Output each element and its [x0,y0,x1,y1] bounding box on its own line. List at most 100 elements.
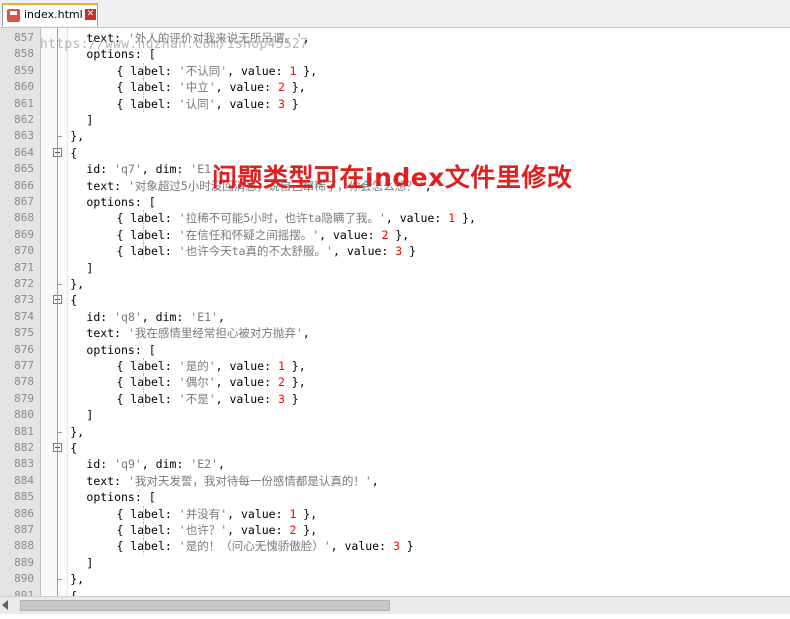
code-line: 886 { label: '并没有', value: 1 }, [0,505,790,522]
indent-guide [142,62,145,79]
code-text: { [70,145,77,161]
code-token: { label: [102,391,179,406]
code-line: 859 { label: '不认同', value: 1 }, [0,62,790,79]
code-token: }, [70,129,85,144]
code-text: { [70,588,77,596]
code-line: 887 { label: '也许？', value: 2 }, [0,522,790,538]
number-token: 3 [277,96,285,111]
code-text: { label: '也许？', value: 2 }, [103,522,318,538]
code-text: ] [86,407,93,423]
number-token: 1 [277,359,285,373]
code-line: 862] [0,112,790,128]
code-line: 882 { [0,440,790,456]
code-token: id: [86,457,115,472]
code-token: }, [296,506,318,521]
code-text: { label: '是的', value: 1 }, [103,358,306,374]
code-editor[interactable]: 857 text: '外人的评价对我来说无所吊谓。', 858 options: [8… [0,28,790,596]
string-token: '认同' [178,96,216,111]
code-line: 884 text: '我对天发誓，我对待每一份感情都是认真的！', [0,473,790,489]
line-number: 869 [14,227,34,241]
code-token: { [70,588,78,596]
code-token: ] [86,113,94,127]
code-text: }, [70,571,84,587]
horizontal-scrollbar[interactable] [0,596,790,614]
code-token: , value: [319,227,382,242]
code-token: { label: [102,506,179,521]
code-line: 863}, [0,128,790,144]
line-number: 866 [14,178,34,192]
code-token: , [302,326,310,341]
code-token: { label: [102,63,179,78]
code-token: , value: [332,244,396,259]
code-line: 871] [0,260,790,276]
code-token: , value: [215,391,278,406]
indent-guide [142,522,145,538]
code-text: options: [ [86,342,155,358]
code-text: { [70,440,77,456]
code-token: { [70,145,78,160]
indent-guide [142,374,145,391]
code-text: id: 'q7', dim: 'E1', [86,161,225,177]
scroll-left-icon[interactable] [2,600,8,610]
code-text: { label: '不是', value: 3 } [102,391,298,407]
code-token: options: [ [86,342,156,357]
code-line: 881}, [0,424,790,440]
code-text: id: 'q9', dim: 'E2', [86,456,225,472]
string-token: 'q9' [114,457,142,472]
code-token: { label: [102,539,179,554]
string-token: '不认同' [178,63,228,78]
code-text: { label: '拉稀不可能5小时，也许ta隐瞒了我。', value: 1 … [103,210,476,226]
code-line: 872}, [0,276,790,292]
code-line: 869 { label: '在信任和怀疑之间摇摆。', value: 2 }, [0,226,790,243]
line-number: 879 [14,391,34,405]
code-token: }, [455,211,476,226]
code-token: }, [296,523,318,537]
code-line: 877 { label: '是的', value: 1 }, [0,358,790,374]
line-number: 871 [14,260,34,274]
code-token: , value: [227,506,290,521]
code-line: 876 options: [ [0,342,790,358]
code-token: ] [86,408,94,423]
line-number: 870 [14,244,34,258]
code-token: , value: [215,96,278,111]
code-line: 891 { [0,588,790,596]
indent-guide [142,95,145,112]
code-text: }, [70,424,84,440]
code-line: 860 { label: '中立', value: 2 }, [0,79,790,96]
line-number: 875 [14,326,34,340]
line-number: 883 [14,457,34,471]
scrollbar-thumb[interactable] [20,600,390,611]
string-token: '不是' [178,391,216,406]
line-number: 888 [14,539,34,553]
line-number: 878 [14,375,34,389]
code-line: 868 { label: '拉稀不可能5小时，也许ta隐瞒了我。', value… [0,210,790,227]
code-token: } [399,539,414,554]
line-number: 881 [14,424,34,438]
code-token: id: [86,309,115,324]
code-token: } [284,96,299,111]
line-number: 872 [14,277,34,290]
code-token: , value: [215,359,278,373]
code-token: , dim: [141,309,191,324]
indent-guide [142,243,145,260]
line-number: 880 [14,408,34,422]
code-line: 890}, [0,571,790,587]
code-text: { [70,292,77,308]
code-token: options: [ [86,195,156,209]
code-token: text: [86,178,128,193]
line-number: 867 [14,195,34,208]
code-line: 867 options: [ [0,194,790,210]
code-text: ] [86,112,93,128]
indent-guide [142,210,145,227]
close-icon[interactable]: ✕ [85,9,96,20]
string-token: '并没有' [178,506,228,521]
code-text: id: 'q8', dim: 'E1', [86,309,225,325]
code-token: }, [284,359,306,373]
tab-index-html[interactable]: index.html ✕ [2,3,98,26]
line-number: 877 [14,359,34,372]
tab-bar: index.html ✕ [0,0,790,28]
code-text: { label: '并没有', value: 1 }, [102,506,318,522]
code-token: { label: [102,227,179,242]
code-token: }, [70,424,85,439]
line-number: 857 [14,31,34,44]
